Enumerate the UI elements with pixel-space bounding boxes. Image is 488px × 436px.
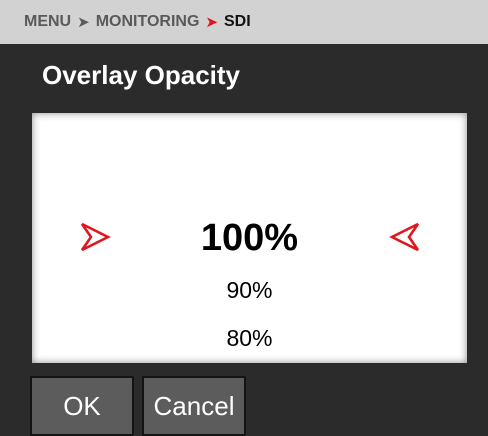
breadcrumb-item-monitoring[interactable]: MONITORING xyxy=(96,13,200,31)
red-chevron-right-icon: ➤ xyxy=(205,14,218,31)
breadcrumb-item-sdi: SDI xyxy=(223,13,251,30)
dialog-title: Overlay Opacity xyxy=(42,60,240,90)
cancel-button[interactable]: Cancel xyxy=(142,376,246,436)
breadcrumb-item-menu[interactable]: MENU xyxy=(24,13,71,31)
breadcrumb: MENU ➤ MONITORING ➤ SDI xyxy=(0,0,488,44)
red-chevron-left-outline-icon[interactable] xyxy=(388,220,422,254)
picker-option[interactable]: 80% xyxy=(32,325,467,352)
opacity-picker[interactable]: 100% 90% 80% xyxy=(32,113,467,363)
chevron-right-icon: ➤ xyxy=(77,14,90,31)
picker-option[interactable]: 90% xyxy=(32,277,467,304)
monitoring-sdi-screen: MENU ➤ MONITORING ➤ SDI Overlay Opacity … xyxy=(0,0,488,436)
ok-button[interactable]: OK xyxy=(30,376,134,436)
